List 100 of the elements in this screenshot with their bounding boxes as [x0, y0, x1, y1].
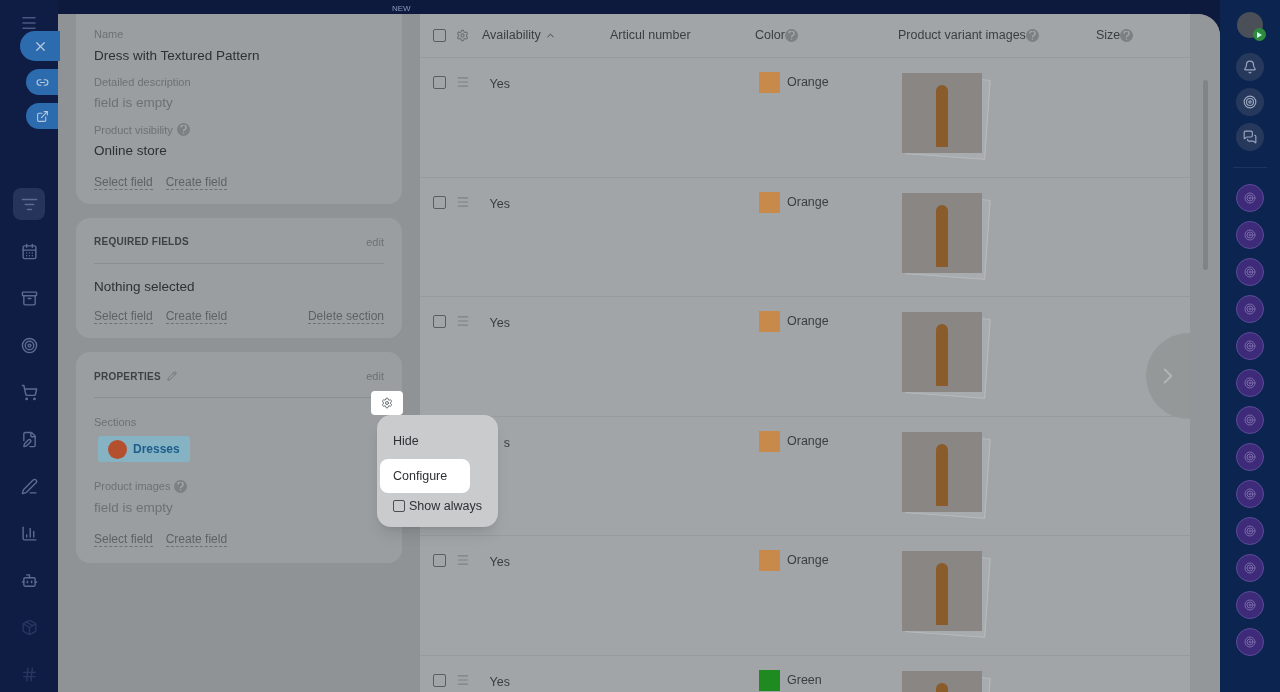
table-cell-text: Yes — [488, 195, 510, 213]
settings-button[interactable] — [371, 391, 403, 415]
drag-handle-icon[interactable] — [456, 672, 470, 687]
field-link[interactable]: Select field — [94, 175, 153, 191]
archive-icon — [20, 289, 38, 307]
avatar[interactable] — [1237, 12, 1263, 38]
row-checkbox[interactable] — [433, 315, 446, 328]
close-button[interactable] — [20, 31, 60, 61]
column-header[interactable]: Product variant images — [898, 26, 1096, 45]
table-cell-text: s — [502, 434, 510, 452]
table-cell-text: Orange — [787, 313, 829, 331]
table-cell-text: Yes — [488, 315, 510, 332]
row-checkbox[interactable] — [433, 76, 446, 89]
external-link-icon — [35, 109, 49, 123]
chat-avatar[interactable] — [1236, 332, 1264, 360]
drag-handle-icon[interactable] — [456, 314, 470, 328]
menu-icon[interactable] — [20, 14, 38, 32]
table-cell-text: Yes — [488, 673, 510, 691]
nav-item[interactable] — [13, 188, 45, 220]
field-value: Nothing selected — [94, 277, 196, 296]
chat-button[interactable] — [1236, 123, 1264, 151]
delete-section-link[interactable]: Delete section — [307, 309, 384, 324]
chat-avatar[interactable] — [1236, 480, 1264, 508]
chat-avatar[interactable] — [1236, 369, 1264, 397]
open-new-window-button[interactable] — [26, 103, 58, 129]
field-link[interactable]: Select field — [94, 309, 153, 324]
target-icon — [1244, 636, 1256, 648]
target-icon — [1244, 229, 1256, 241]
chat-avatar[interactable] — [1236, 221, 1264, 249]
settings-icon[interactable] — [456, 29, 469, 42]
field-link[interactable]: Select field — [94, 531, 153, 547]
settings-icon — [381, 397, 393, 409]
drag-handle-icon[interactable] — [456, 553, 470, 567]
bell-icon — [1243, 60, 1257, 74]
field-link[interactable]: Create field — [165, 309, 228, 324]
notifications-button[interactable] — [1236, 53, 1264, 81]
target-icon — [20, 336, 38, 354]
document-edit-icon — [20, 430, 38, 448]
table-row[interactable]: Yes Orange — [420, 58, 1190, 178]
help-icon[interactable] — [1025, 29, 1039, 42]
new-label: NEW — [392, 4, 411, 13]
target-icon — [1244, 562, 1256, 574]
chat-avatar[interactable] — [1236, 184, 1264, 212]
table-row[interactable]: Yes Green — [420, 655, 1190, 692]
table-row[interactable]: Yes Orange — [420, 177, 1190, 297]
section-tag[interactable]: Dresses — [98, 436, 190, 462]
target-icon — [1244, 599, 1256, 611]
copy-link-button[interactable] — [26, 69, 58, 95]
help-icon[interactable] — [176, 123, 190, 137]
chat-avatar[interactable] — [1236, 406, 1264, 434]
target-icon — [1244, 414, 1256, 426]
pencil-icon[interactable] — [166, 371, 177, 382]
checkbox[interactable] — [393, 500, 405, 512]
chat-avatar[interactable] — [1236, 591, 1264, 619]
row-checkbox[interactable] — [433, 195, 446, 209]
column-header[interactable]: Color — [755, 26, 898, 45]
table-row[interactable]: Yes Orange — [420, 536, 1190, 656]
target-icon — [1244, 525, 1256, 537]
chat-icon — [1243, 130, 1257, 144]
target-icon — [1244, 488, 1256, 500]
drag-handle-icon[interactable] — [456, 75, 470, 89]
calendar-icon — [20, 242, 38, 260]
table-cell-text: Orange — [787, 193, 829, 211]
target-icon — [1244, 303, 1256, 315]
chat-avatar[interactable] — [1236, 258, 1264, 286]
table-cell-text: Orange — [787, 432, 829, 450]
column-header[interactable]: Availability — [482, 26, 610, 45]
bar-chart-icon — [20, 524, 38, 542]
target-icon — [1244, 192, 1256, 204]
table-cell-text: Green — [787, 671, 822, 689]
menu-item[interactable]: Configure — [380, 459, 470, 493]
row-checkbox[interactable] — [433, 673, 446, 687]
chat-avatar[interactable] — [1236, 517, 1264, 545]
box-icon — [20, 618, 38, 636]
field-link[interactable]: Create field — [165, 531, 228, 547]
table-cell-text: Yes — [488, 554, 510, 571]
column-header[interactable]: Size — [1096, 26, 1176, 45]
drag-handle-icon[interactable] — [456, 194, 470, 209]
table-cell-text: Orange — [787, 552, 829, 570]
chat-avatar[interactable] — [1236, 295, 1264, 323]
help-icon[interactable] — [784, 29, 798, 42]
field-link[interactable]: Create field — [165, 175, 228, 191]
copilot-button[interactable] — [1236, 88, 1264, 116]
table-cell-text: Orange — [787, 74, 829, 92]
help-icon[interactable] — [174, 479, 188, 493]
help-icon[interactable] — [1120, 29, 1134, 42]
chat-avatar[interactable] — [1236, 554, 1264, 582]
chat-avatar[interactable] — [1236, 443, 1264, 471]
dress-thumbnail-icon — [108, 439, 127, 459]
target-icon — [1244, 377, 1256, 389]
target-icon — [1244, 266, 1256, 278]
select-all-checkbox[interactable] — [433, 29, 446, 42]
target-icon — [1243, 95, 1257, 109]
row-checkbox[interactable] — [433, 554, 446, 567]
chat-avatar[interactable] — [1236, 628, 1264, 656]
field-value: Dress with Textured Pattern — [94, 46, 261, 65]
section-title: PROPERTIES — [94, 369, 161, 384]
column-header[interactable]: Articul number — [610, 26, 755, 45]
pencil-icon — [20, 477, 38, 495]
target-icon — [1244, 451, 1256, 463]
